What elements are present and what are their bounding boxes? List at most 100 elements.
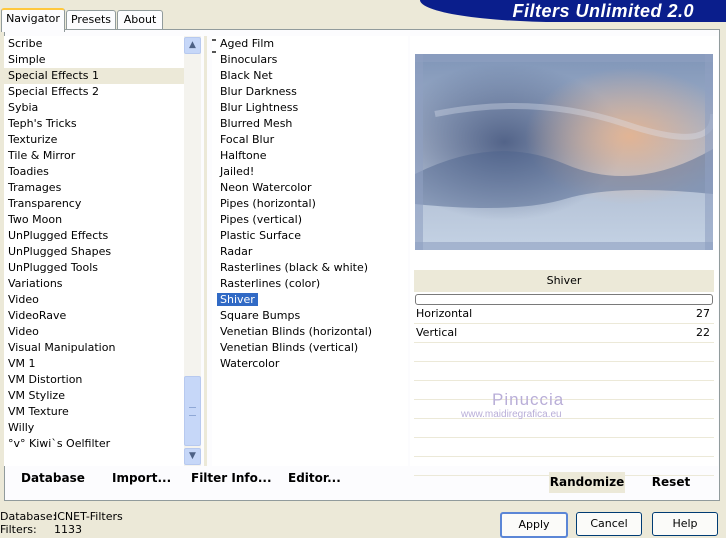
filter-item[interactable]: Neon Watercolor [212, 180, 408, 196]
category-scrollbar[interactable]: ▲ ▼ [184, 36, 201, 466]
filter-item[interactable]: Rasterlines (color) [212, 276, 408, 292]
filter-item[interactable]: Blur Lightness [212, 100, 408, 116]
filter-item[interactable]: Black Net [212, 68, 408, 84]
filter-item-label: Aged Film [220, 37, 275, 50]
filter-item[interactable]: Venetian Blinds (vertical) [212, 340, 408, 356]
param-value: 27 [696, 307, 710, 320]
filter-item[interactable]: Focal Blur [212, 132, 408, 148]
param-row-empty [414, 362, 714, 381]
header-banner: Filters Unlimited 2.0 [420, 0, 726, 22]
category-item[interactable]: Variations [4, 276, 184, 292]
param-row-vertical[interactable]: Vertical 22 [414, 324, 714, 343]
status-area: Database:ICNET-Filters Filters: 1133 [0, 510, 123, 536]
category-item[interactable]: Texturize [4, 132, 184, 148]
param-label: Vertical [416, 326, 458, 339]
watermark-url: www.maidiregrafica.eu [461, 409, 562, 420]
filter-item-label: Plastic Surface [220, 229, 301, 242]
filter-item-label: Blurred Mesh [220, 117, 293, 130]
category-item[interactable]: Visual Manipulation [4, 340, 184, 356]
category-item[interactable]: UnPlugged Shapes [4, 244, 184, 260]
category-item[interactable]: Tile & Mirror [4, 148, 184, 164]
filter-item[interactable]: Halftone [212, 148, 408, 164]
param-row-horizontal[interactable]: Horizontal 27 [414, 305, 714, 324]
category-item[interactable]: UnPlugged Effects [4, 228, 184, 244]
editor-button[interactable]: Editor... [288, 471, 341, 485]
filter-item[interactable]: Rasterlines (black & white) [212, 260, 408, 276]
category-item[interactable]: VM Distortion [4, 372, 184, 388]
category-item[interactable]: Simple [4, 52, 184, 68]
grip-icon [189, 407, 196, 416]
filter-item[interactable]: Blurred Mesh [212, 116, 408, 132]
filter-item[interactable]: Shiver [212, 292, 408, 308]
filter-item[interactable]: Plastic Surface [212, 228, 408, 244]
tab-presets[interactable]: Presets [66, 10, 116, 30]
reset-button[interactable]: Reset [640, 472, 702, 493]
filter-item[interactable]: Jailed! [212, 164, 408, 180]
filter-info-button[interactable]: Filter Info... [191, 471, 272, 485]
filter-list[interactable]: Aged Film Binoculars Black Net Blur Darknes… [212, 36, 408, 466]
apply-button[interactable]: Apply [500, 512, 568, 538]
category-item[interactable]: Tramages [4, 180, 184, 196]
list-divider [204, 36, 207, 466]
category-item[interactable]: UnPlugged Tools [4, 260, 184, 276]
filter-item[interactable]: Blur Darkness [212, 84, 408, 100]
filter-item[interactable]: Pipes (horizontal) [212, 196, 408, 212]
import-button[interactable]: Import... [112, 471, 171, 485]
filter-item-label: Halftone [220, 149, 267, 162]
param-row-empty [414, 419, 714, 438]
filter-item[interactable]: Aged Film [212, 36, 408, 52]
navigator-button-bar: Database Import... Filter Info... Editor… [4, 466, 408, 494]
category-item[interactable]: Sybia [4, 100, 184, 116]
filter-item-label: Binoculars [220, 53, 278, 66]
category-item[interactable]: VM Stylize [4, 388, 184, 404]
filters-value: 1133 [54, 523, 82, 536]
cancel-button[interactable]: Cancel [576, 512, 642, 536]
category-item[interactable]: VM Texture [4, 404, 184, 420]
category-list[interactable]: Scribe Simple Special Effects 1 Special Eff… [4, 36, 184, 466]
category-item[interactable]: °v° Kiwi`s Oelfilter [4, 436, 184, 452]
category-item[interactable]: Transparency [4, 196, 184, 212]
category-item[interactable]: Video [4, 292, 184, 308]
help-button[interactable]: Help [652, 512, 718, 536]
filter-item-label: Square Bumps [220, 309, 301, 322]
database-button[interactable]: Database [21, 471, 85, 485]
category-item[interactable]: Special Effects 1 [4, 68, 184, 84]
filter-item-label: Rasterlines (color) [220, 277, 321, 290]
filters-label: Filters: [0, 523, 37, 536]
progress-bar [415, 294, 713, 305]
category-item[interactable]: Two Moon [4, 212, 184, 228]
category-item[interactable]: Willy [4, 420, 184, 436]
category-item[interactable]: VideoRave [4, 308, 184, 324]
watermark-name: Pinuccia [492, 390, 565, 409]
filter-item-label: Blur Lightness [220, 101, 299, 114]
scroll-up-button[interactable]: ▲ [184, 37, 201, 54]
filter-item-label: Pipes (horizontal) [220, 197, 316, 210]
filter-item-label: Radar [220, 245, 253, 258]
category-item[interactable]: Teph's Tricks [4, 116, 184, 132]
filter-item-label: Neon Watercolor [220, 181, 312, 194]
filter-item[interactable]: Binoculars [212, 52, 408, 68]
scroll-down-button[interactable]: ▼ [184, 448, 201, 465]
category-item[interactable]: Video [4, 324, 184, 340]
category-item[interactable]: Special Effects 2 [4, 84, 184, 100]
filter-item-label: Jailed! [220, 165, 255, 178]
randomize-button[interactable]: Randomize [549, 472, 625, 493]
category-item[interactable]: Scribe [4, 36, 184, 52]
category-item[interactable]: Toadies [4, 164, 184, 180]
database-label: Database: [0, 510, 57, 523]
filter-item[interactable]: Square Bumps [212, 308, 408, 324]
filter-item[interactable]: Radar [212, 244, 408, 260]
filter-name-header: Shiver [414, 270, 714, 292]
category-item[interactable]: VM 1 [4, 356, 184, 372]
filter-item-label: Pipes (vertical) [220, 213, 303, 226]
filter-item[interactable]: Pipes (vertical) [212, 212, 408, 228]
filter-item[interactable]: Venetian Blinds (horizontal) [212, 324, 408, 340]
filter-item-label: Black Net [220, 69, 273, 82]
filter-item[interactable]: Watercolor [212, 356, 408, 372]
tab-about[interactable]: About [117, 10, 163, 30]
preview-image [415, 54, 713, 250]
scroll-thumb[interactable] [184, 376, 201, 446]
param-label: Horizontal [416, 307, 473, 320]
tab-navigator[interactable]: Navigator [1, 8, 65, 32]
app-title: Filters Unlimited 2.0 [512, 1, 694, 21]
